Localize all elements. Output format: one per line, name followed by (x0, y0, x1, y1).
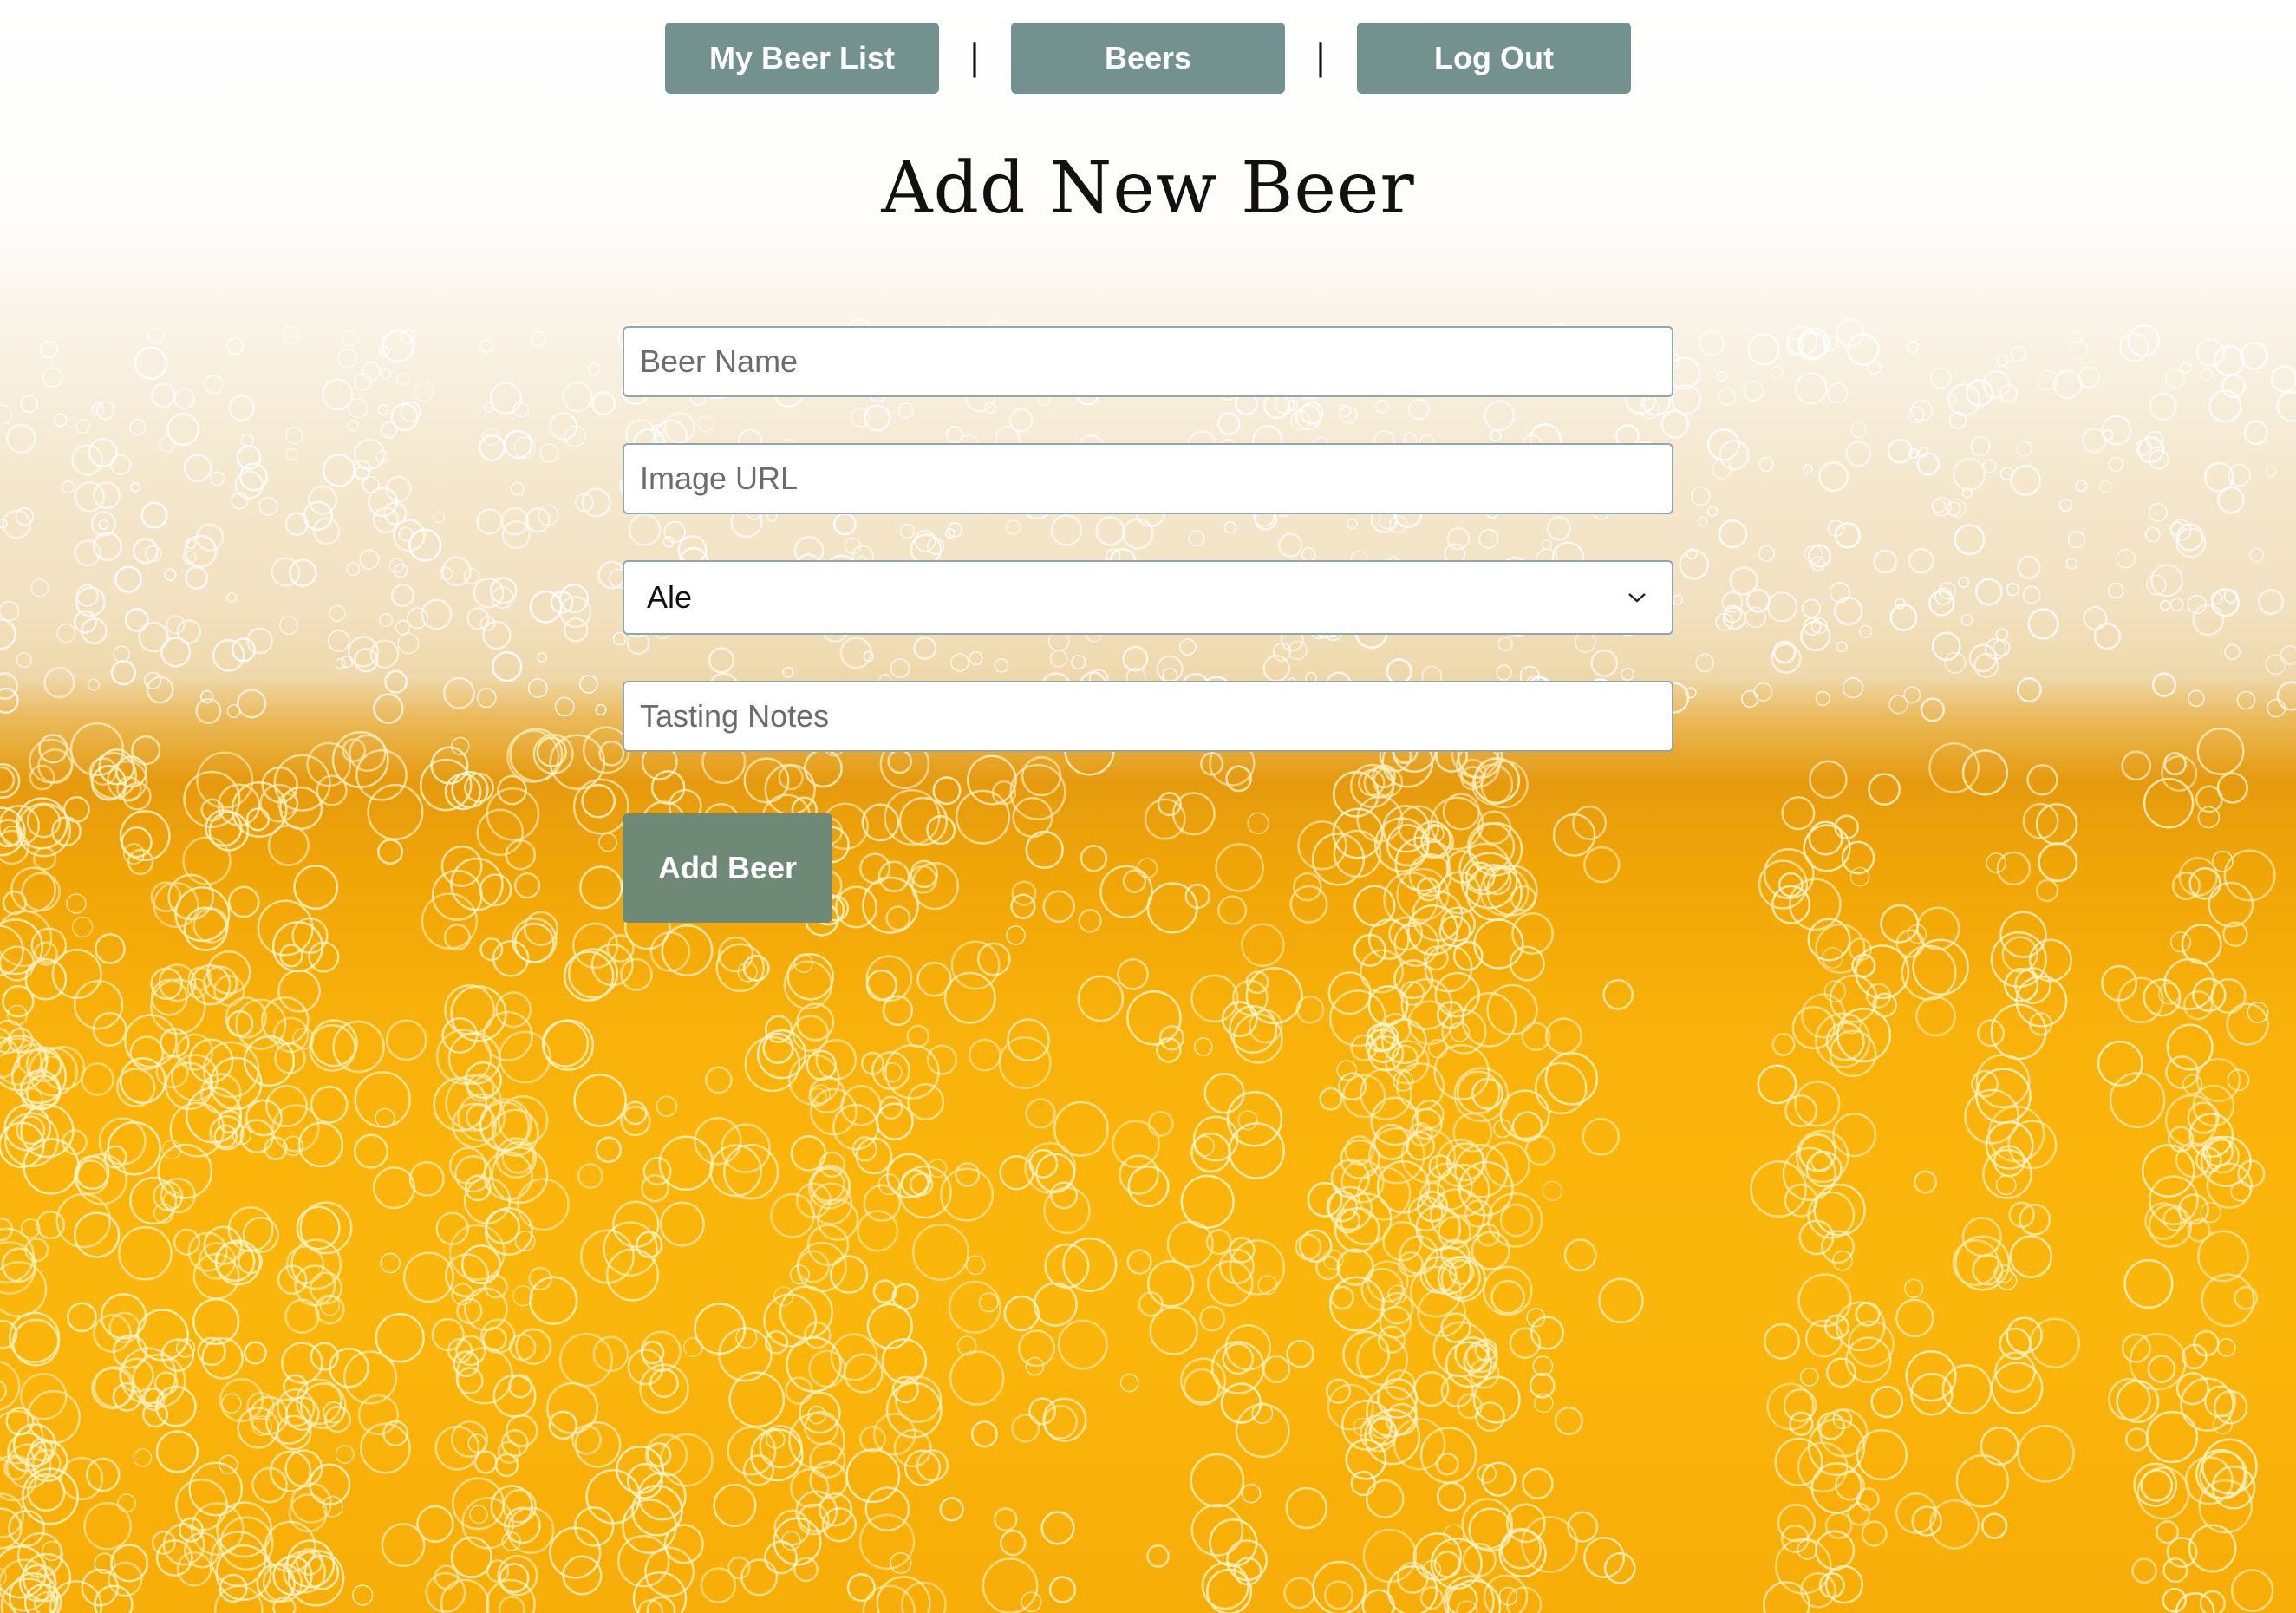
nav-separator: | (969, 38, 981, 78)
tasting-notes-input[interactable] (623, 681, 1673, 752)
top-nav: My Beer List | Beers | Log Out (0, 23, 2296, 94)
nav-my-beer-list-button[interactable]: My Beer List (665, 23, 939, 94)
nav-beers-button[interactable]: Beers (1011, 23, 1285, 94)
page-title: Add New Beer (881, 147, 1415, 230)
beer-name-input[interactable] (623, 326, 1673, 397)
add-beer-button[interactable]: Add Beer (623, 813, 832, 923)
beer-type-selected-value: Ale (647, 579, 693, 615)
nav-log-out-button[interactable]: Log Out (1357, 23, 1631, 94)
beer-type-select[interactable]: Ale (623, 560, 1673, 635)
nav-separator: | (1314, 38, 1327, 78)
chevron-down-icon (1625, 585, 1649, 610)
image-url-input[interactable] (623, 443, 1673, 514)
